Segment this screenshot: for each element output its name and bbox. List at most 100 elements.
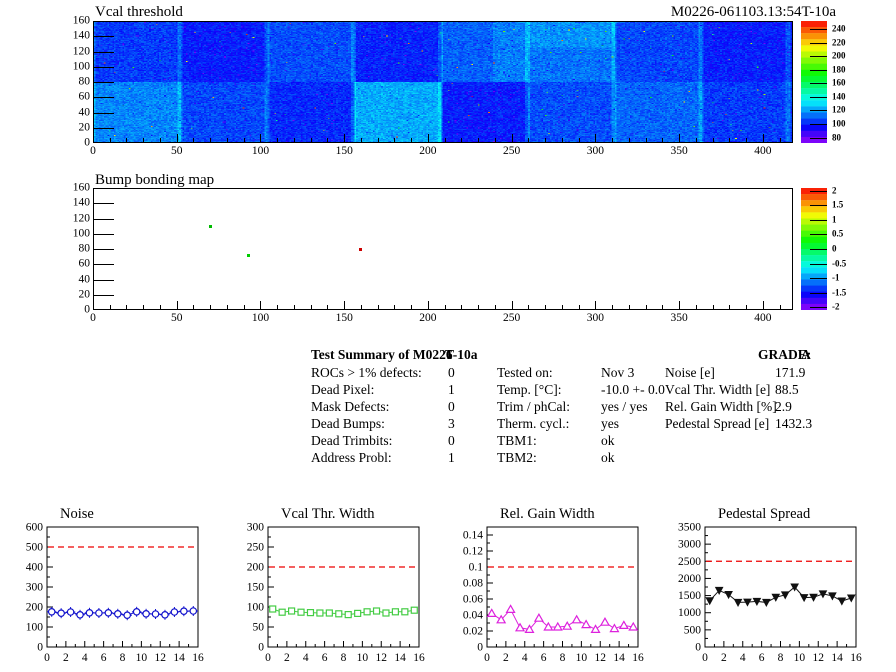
y-tick-label: 400 (26, 562, 44, 574)
x-minor-tick (662, 305, 664, 309)
colorbar-tick-mark (810, 234, 827, 236)
x-minor-tick (779, 138, 781, 142)
x-tick-label: 250 (503, 145, 521, 157)
x-tick-label: 8 (341, 652, 347, 664)
x-tick-label: 8 (560, 652, 566, 664)
y-tick-mark (94, 112, 114, 114)
y-tick-label: 120 (72, 44, 90, 57)
result-row-value: 88.5 (775, 382, 799, 397)
colorbar-tick-label: -2 (832, 301, 840, 312)
x-minor-tick (545, 305, 547, 309)
plot-frame (267, 526, 420, 648)
x-tick-mark (427, 134, 429, 142)
data-marker (151, 610, 160, 618)
y-tick-mark (94, 51, 114, 53)
x-minor-tick (779, 305, 781, 309)
defect-row-value: 1 (448, 382, 455, 397)
y-tick-label: 2500 (678, 556, 701, 568)
x-tick-mark (344, 134, 346, 142)
colorbar-tick-mark (810, 110, 827, 112)
x-tick-label: 16 (850, 652, 862, 664)
x-minor-tick (143, 305, 145, 309)
x-tick-mark (595, 301, 597, 309)
data-marker (161, 611, 169, 619)
data-marker (325, 609, 333, 617)
data-marker (372, 607, 381, 615)
y-tick-mark (94, 294, 114, 296)
x-tick-label: 4 (82, 652, 88, 664)
x-minor-tick (126, 305, 128, 309)
colorbar-tick-label: 180 (832, 64, 846, 75)
x-tick-mark (679, 134, 681, 142)
y-tick-mark (94, 203, 114, 205)
x-minor-tick (494, 305, 496, 309)
y-tick-label: 0.04 (463, 610, 483, 622)
x-tick-label: 250 (503, 312, 521, 324)
plot-frame (46, 526, 199, 648)
x-tick-mark (176, 134, 178, 142)
y-tick-label: 0.06 (463, 594, 483, 606)
colorbar-tick-mark (810, 205, 827, 207)
y-tick-label: 0.1 (469, 562, 484, 574)
x-minor-tick (612, 138, 614, 142)
y-tick-label: 0 (84, 136, 90, 149)
x-minor-tick (729, 305, 731, 309)
y-tick-label: 500 (684, 624, 702, 636)
data-marker (287, 607, 296, 615)
y-tick-label: 140 (72, 29, 90, 42)
x-minor-tick (293, 138, 295, 142)
colorbar-tick-label: 0.5 (832, 228, 844, 239)
colorbar-tick-label: 80 (832, 132, 841, 143)
colorbar-tick-label: 2 (832, 185, 837, 196)
data-marker (401, 608, 409, 616)
x-minor-tick (528, 305, 530, 309)
data-marker (316, 609, 324, 617)
x-minor-tick (159, 138, 161, 142)
x-minor-tick (494, 138, 496, 142)
grade-value: A (801, 347, 811, 362)
bump-defect-dot (208, 224, 212, 228)
x-minor-tick (695, 305, 697, 309)
y-tick-mark (94, 36, 114, 38)
result-row-label: Rel. Gain Width [%] (665, 399, 777, 414)
y-tick-label: 3000 (678, 539, 701, 551)
roc-plot-rel-gain-width: Rel. Gain Width 0 0.02 0.04 0.06 0.08 0.1 0.12 0… (463, 506, 644, 664)
summary-subtitle: T-10a (445, 347, 478, 362)
x-tick-label: 14 (173, 652, 185, 664)
defect-row-label: Dead Pixel: (311, 382, 375, 397)
colorbar-tick-mark (810, 42, 827, 44)
x-minor-tick (193, 138, 195, 142)
x-tick-mark (762, 301, 764, 309)
bump-defect-dot (359, 247, 363, 251)
colorbar-tick-mark (810, 278, 827, 280)
x-minor-tick (561, 138, 563, 142)
y-tick-label: 20 (78, 288, 91, 300)
x-tick-label: 8 (120, 652, 126, 664)
data-marker (771, 593, 781, 602)
data-marker (762, 598, 771, 607)
vcal-heatmap-frame (93, 21, 793, 143)
result-row-value: 171.9 (775, 365, 806, 380)
x-tick-label: 150 (335, 312, 353, 324)
x-tick-label: 12 (595, 652, 607, 664)
result-row-label: Vcal Thr. Width [e] (665, 382, 771, 397)
y-tick-label: 80 (78, 242, 91, 255)
plot-title: Vcal Thr. Width (281, 506, 375, 522)
x-tick-mark (427, 301, 429, 309)
colorbar-tick-mark (810, 137, 827, 139)
condition-row-label: Temp. [°C]: (497, 382, 562, 397)
colorbar-tick-mark (810, 219, 827, 221)
x-tick-label: 400 (754, 312, 772, 324)
x-minor-tick (461, 305, 463, 309)
x-minor-tick (628, 138, 630, 142)
x-minor-tick (226, 138, 228, 142)
x-minor-tick (377, 138, 379, 142)
y-tick-label: 500 (26, 542, 44, 554)
data-marker (391, 608, 400, 616)
data-marker (581, 619, 592, 629)
colorbar-tick-label: 200 (832, 50, 846, 61)
x-tick-label: 6 (101, 652, 107, 664)
y-tick-label: 150 (247, 582, 265, 594)
y-tick-label: 1500 (678, 590, 701, 602)
x-tick-label: 4 (303, 652, 309, 664)
